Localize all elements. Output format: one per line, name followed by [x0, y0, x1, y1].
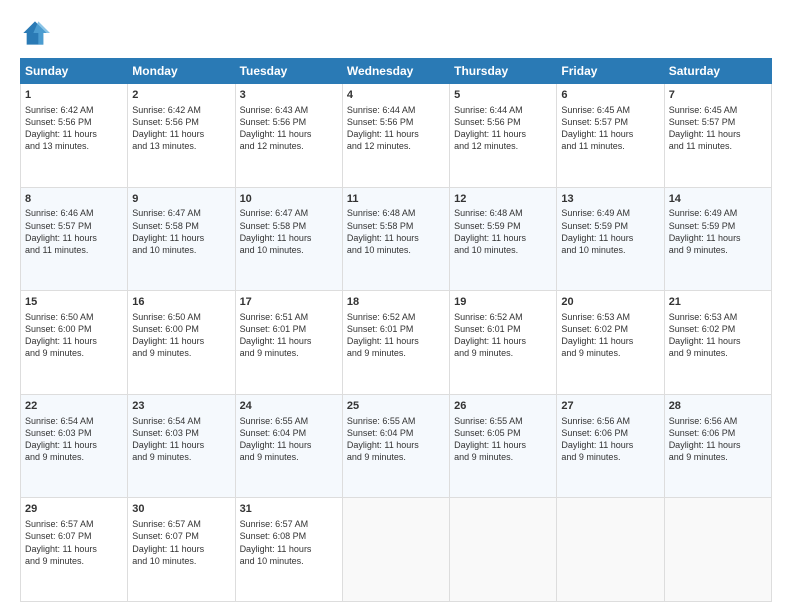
day-number: 22 [25, 399, 123, 414]
day-number: 21 [669, 295, 767, 310]
calendar-day-cell [342, 498, 449, 602]
calendar-day-cell: 26Sunrise: 6:55 AMSunset: 6:05 PMDayligh… [450, 394, 557, 498]
calendar-day-cell: 9Sunrise: 6:47 AMSunset: 5:58 PMDaylight… [128, 187, 235, 291]
calendar-day-cell [664, 498, 771, 602]
calendar-week-row: 8Sunrise: 6:46 AMSunset: 5:57 PMDaylight… [21, 187, 772, 291]
calendar-day-cell: 1Sunrise: 6:42 AMSunset: 5:56 PMDaylight… [21, 84, 128, 188]
day-number: 16 [132, 295, 230, 310]
day-number: 18 [347, 295, 445, 310]
calendar-header-cell: Thursday [450, 59, 557, 84]
day-number: 23 [132, 399, 230, 414]
calendar-day-cell: 17Sunrise: 6:51 AMSunset: 6:01 PMDayligh… [235, 291, 342, 395]
logo-icon [20, 18, 50, 48]
calendar-day-cell: 25Sunrise: 6:55 AMSunset: 6:04 PMDayligh… [342, 394, 449, 498]
calendar-day-cell [557, 498, 664, 602]
day-number: 29 [25, 502, 123, 517]
calendar-day-cell: 14Sunrise: 6:49 AMSunset: 5:59 PMDayligh… [664, 187, 771, 291]
calendar-day-cell: 4Sunrise: 6:44 AMSunset: 5:56 PMDaylight… [342, 84, 449, 188]
calendar-day-cell: 18Sunrise: 6:52 AMSunset: 6:01 PMDayligh… [342, 291, 449, 395]
calendar-day-cell: 5Sunrise: 6:44 AMSunset: 5:56 PMDaylight… [450, 84, 557, 188]
calendar-header-cell: Monday [128, 59, 235, 84]
calendar-day-cell: 15Sunrise: 6:50 AMSunset: 6:00 PMDayligh… [21, 291, 128, 395]
calendar-header-cell: Saturday [664, 59, 771, 84]
day-number: 27 [561, 399, 659, 414]
calendar-header-cell: Tuesday [235, 59, 342, 84]
logo [20, 18, 54, 48]
day-number: 5 [454, 88, 552, 103]
calendar-day-cell: 8Sunrise: 6:46 AMSunset: 5:57 PMDaylight… [21, 187, 128, 291]
day-number: 12 [454, 192, 552, 207]
day-number: 26 [454, 399, 552, 414]
calendar-day-cell: 11Sunrise: 6:48 AMSunset: 5:58 PMDayligh… [342, 187, 449, 291]
calendar-day-cell: 16Sunrise: 6:50 AMSunset: 6:00 PMDayligh… [128, 291, 235, 395]
day-number: 7 [669, 88, 767, 103]
calendar-day-cell: 7Sunrise: 6:45 AMSunset: 5:57 PMDaylight… [664, 84, 771, 188]
calendar-day-cell: 20Sunrise: 6:53 AMSunset: 6:02 PMDayligh… [557, 291, 664, 395]
day-number: 25 [347, 399, 445, 414]
day-number: 1 [25, 88, 123, 103]
calendar-day-cell: 6Sunrise: 6:45 AMSunset: 5:57 PMDaylight… [557, 84, 664, 188]
day-number: 8 [25, 192, 123, 207]
day-number: 10 [240, 192, 338, 207]
calendar-day-cell: 19Sunrise: 6:52 AMSunset: 6:01 PMDayligh… [450, 291, 557, 395]
calendar-day-cell: 21Sunrise: 6:53 AMSunset: 6:02 PMDayligh… [664, 291, 771, 395]
calendar-day-cell: 29Sunrise: 6:57 AMSunset: 6:07 PMDayligh… [21, 498, 128, 602]
header [20, 18, 772, 48]
day-number: 13 [561, 192, 659, 207]
calendar-day-cell: 10Sunrise: 6:47 AMSunset: 5:58 PMDayligh… [235, 187, 342, 291]
day-number: 30 [132, 502, 230, 517]
calendar-week-row: 1Sunrise: 6:42 AMSunset: 5:56 PMDaylight… [21, 84, 772, 188]
calendar-header-row: SundayMondayTuesdayWednesdayThursdayFrid… [21, 59, 772, 84]
calendar-day-cell: 3Sunrise: 6:43 AMSunset: 5:56 PMDaylight… [235, 84, 342, 188]
calendar-day-cell: 2Sunrise: 6:42 AMSunset: 5:56 PMDaylight… [128, 84, 235, 188]
day-number: 6 [561, 88, 659, 103]
calendar-day-cell: 30Sunrise: 6:57 AMSunset: 6:07 PMDayligh… [128, 498, 235, 602]
calendar-day-cell: 31Sunrise: 6:57 AMSunset: 6:08 PMDayligh… [235, 498, 342, 602]
calendar-header-cell: Sunday [21, 59, 128, 84]
day-number: 20 [561, 295, 659, 310]
calendar-week-row: 22Sunrise: 6:54 AMSunset: 6:03 PMDayligh… [21, 394, 772, 498]
calendar-day-cell: 12Sunrise: 6:48 AMSunset: 5:59 PMDayligh… [450, 187, 557, 291]
calendar-day-cell: 27Sunrise: 6:56 AMSunset: 6:06 PMDayligh… [557, 394, 664, 498]
calendar-table: SundayMondayTuesdayWednesdayThursdayFrid… [20, 58, 772, 602]
calendar-header-cell: Friday [557, 59, 664, 84]
calendar-week-row: 15Sunrise: 6:50 AMSunset: 6:00 PMDayligh… [21, 291, 772, 395]
day-number: 9 [132, 192, 230, 207]
day-number: 2 [132, 88, 230, 103]
day-number: 31 [240, 502, 338, 517]
calendar-day-cell [450, 498, 557, 602]
day-number: 24 [240, 399, 338, 414]
day-number: 14 [669, 192, 767, 207]
calendar-day-cell: 22Sunrise: 6:54 AMSunset: 6:03 PMDayligh… [21, 394, 128, 498]
page: SundayMondayTuesdayWednesdayThursdayFrid… [0, 0, 792, 612]
day-number: 17 [240, 295, 338, 310]
day-number: 15 [25, 295, 123, 310]
day-number: 11 [347, 192, 445, 207]
calendar-week-row: 29Sunrise: 6:57 AMSunset: 6:07 PMDayligh… [21, 498, 772, 602]
day-number: 3 [240, 88, 338, 103]
calendar-header-cell: Wednesday [342, 59, 449, 84]
calendar-day-cell: 28Sunrise: 6:56 AMSunset: 6:06 PMDayligh… [664, 394, 771, 498]
calendar-day-cell: 13Sunrise: 6:49 AMSunset: 5:59 PMDayligh… [557, 187, 664, 291]
day-number: 4 [347, 88, 445, 103]
day-number: 28 [669, 399, 767, 414]
calendar-body: 1Sunrise: 6:42 AMSunset: 5:56 PMDaylight… [21, 84, 772, 602]
calendar-day-cell: 24Sunrise: 6:55 AMSunset: 6:04 PMDayligh… [235, 394, 342, 498]
day-number: 19 [454, 295, 552, 310]
calendar-day-cell: 23Sunrise: 6:54 AMSunset: 6:03 PMDayligh… [128, 394, 235, 498]
